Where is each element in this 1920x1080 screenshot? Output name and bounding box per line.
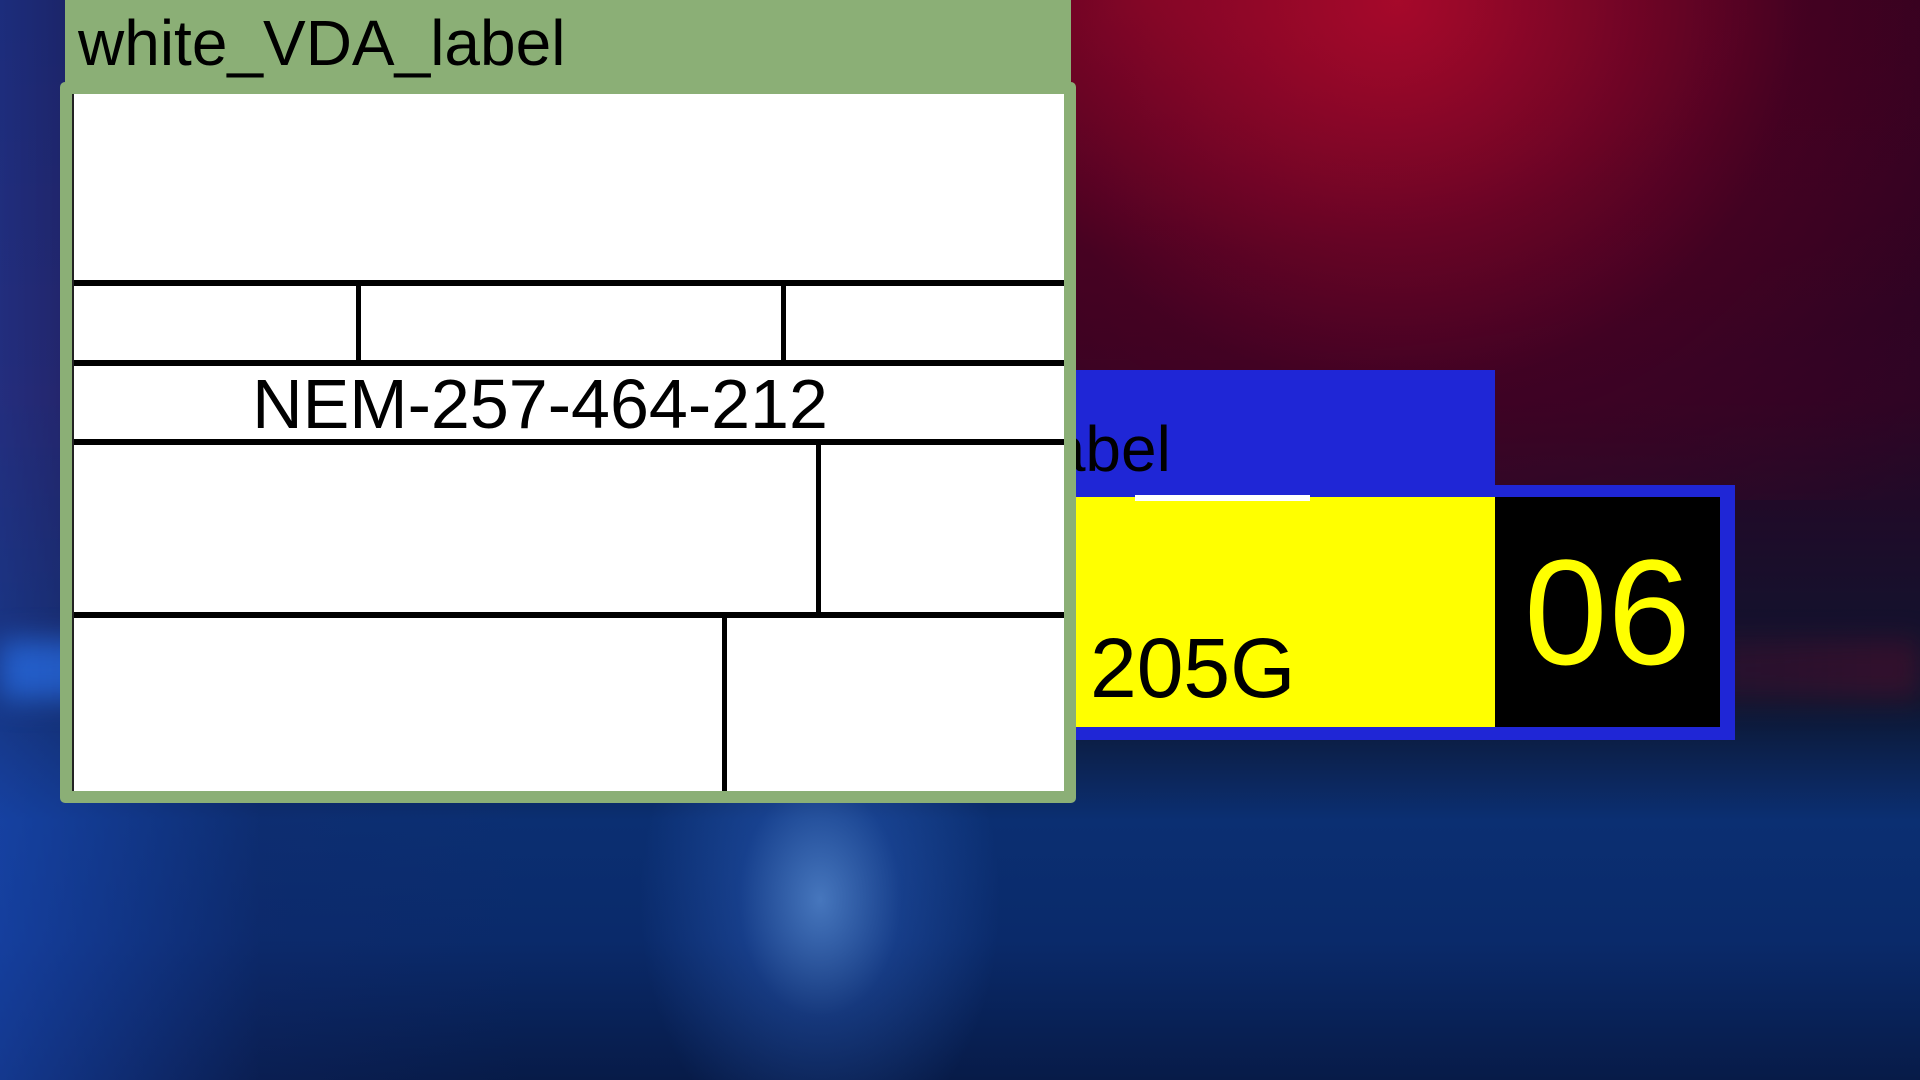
white-label-window[interactable]: white_VDA_label NEM-257-464-212: [60, 0, 1076, 803]
yellow-label-divider: [1135, 495, 1310, 501]
white-label-title: white_VDA_label: [78, 7, 566, 79]
serial-number: NEM-257-464-212: [252, 365, 828, 443]
yellow-label-number-box: 06: [1495, 497, 1720, 727]
grid-line: [816, 439, 821, 612]
grid-line: [781, 280, 786, 360]
yellow-label-number: 06: [1524, 528, 1691, 696]
yellow-label-code: 205G: [1090, 621, 1296, 715]
grid-line: [356, 280, 361, 360]
white-label-titlebar[interactable]: white_VDA_label: [65, 0, 1071, 92]
desktop-background: _label 205G 06 white_VDA_label NEM-257-4…: [0, 0, 1920, 1080]
white-label-sheet: NEM-257-464-212: [72, 94, 1064, 791]
grid-line: [74, 612, 1064, 618]
grid-line: [74, 280, 1064, 286]
grid-line: [722, 612, 727, 791]
grid-line: [74, 439, 1064, 445]
